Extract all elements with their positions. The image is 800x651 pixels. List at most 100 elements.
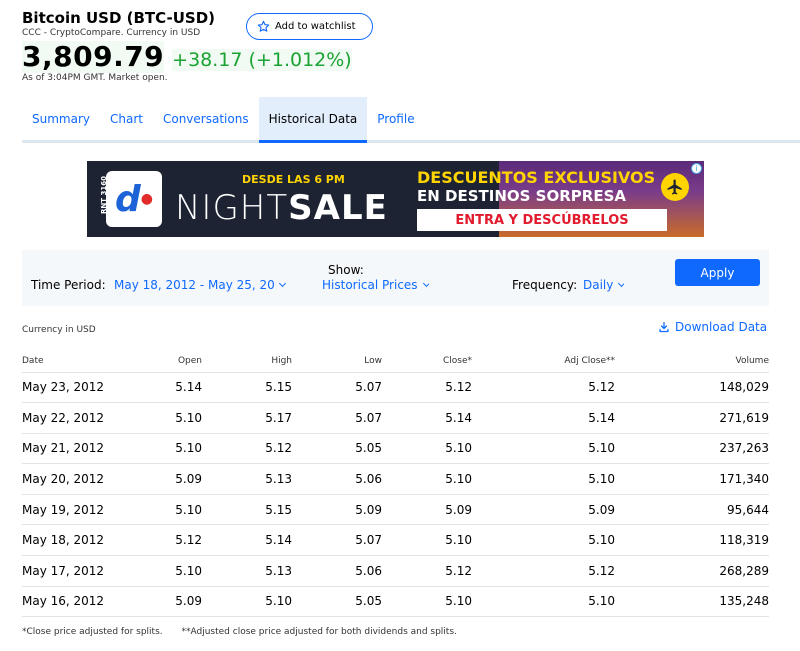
- page-title: Bitcoin USD (BTC-USD): [22, 9, 216, 27]
- cell-date: May 23, 2012: [22, 372, 132, 404]
- apply-button[interactable]: Apply: [675, 259, 760, 286]
- cell-date: May 16, 2012: [22, 586, 132, 618]
- tab-conversations[interactable]: Conversations: [153, 97, 259, 140]
- quote-header: Bitcoin USD (BTC-USD) CCC - CryptoCompar…: [22, 8, 782, 84]
- ad-headline: NIGHTSALE: [175, 188, 388, 228]
- exchange-subtitle: CCC - CryptoCompare. Currency in USD: [22, 28, 201, 38]
- show-dropdown[interactable]: Historical Prices: [322, 278, 429, 292]
- ad-cta-button[interactable]: ENTRA Y DESCÚBRELOS: [417, 209, 667, 231]
- cell-close: 5.10: [382, 463, 472, 495]
- ad-tagline: DESDE LAS 6 PM: [242, 173, 345, 186]
- column-header-adj-close: Adj Close**: [472, 351, 615, 373]
- tab-chart[interactable]: Chart: [100, 97, 153, 140]
- column-header-close: Close*: [382, 351, 472, 373]
- tab-historical-data[interactable]: Historical Data: [258, 97, 368, 143]
- cell-close: 5.10: [382, 586, 472, 618]
- cell-date: May 19, 2012: [22, 494, 132, 526]
- cell-close: 5.10: [382, 433, 472, 465]
- add-to-watchlist-button[interactable]: Add to watchlist: [246, 13, 373, 40]
- cell-date: May 20, 2012: [22, 463, 132, 495]
- historical-prices-table: Date Open High Low Close* Adj Close** Vo…: [22, 351, 769, 618]
- close-footnote: *Close price adjusted for splits.: [22, 627, 163, 637]
- price-change: +38.17 (+1.012%): [172, 49, 352, 71]
- tab-summary[interactable]: Summary: [22, 97, 100, 140]
- ad-promo-text: DESCUENTOS EXCLUSIVOS EN DESTINOS SORPRE…: [417, 168, 656, 205]
- cell-high: 5.12: [202, 433, 292, 465]
- cell-low: 5.07: [292, 524, 382, 557]
- column-header-high: High: [202, 351, 292, 373]
- cell-volume: 237,263: [615, 433, 769, 465]
- table-header-row: Date Open High Low Close* Adj Close** Vo…: [22, 351, 769, 373]
- cell-adj-close: 5.14: [472, 402, 615, 434]
- table-row: May 20, 2012 5.09 5.13 5.06 5.10 5.10 17…: [22, 463, 769, 495]
- cell-volume: 95,644: [615, 494, 769, 526]
- cell-open: 5.10: [132, 433, 202, 465]
- market-status: As of 3:04PM GMT. Market open.: [22, 73, 168, 83]
- download-icon: [659, 321, 669, 333]
- cell-date: May 22, 2012: [22, 402, 132, 434]
- download-label: Download Data: [675, 320, 768, 334]
- airplane-icon: [661, 173, 689, 201]
- star-icon: [257, 20, 270, 32]
- cell-adj-close: 5.12: [472, 555, 615, 587]
- cell-close: 5.12: [382, 372, 472, 404]
- ad-info-icon[interactable]: i: [691, 163, 702, 174]
- time-period-dropdown[interactable]: May 18, 2012 - May 25, 2012: [114, 278, 289, 292]
- cell-open: 5.09: [132, 586, 202, 618]
- column-header-open: Open: [132, 351, 202, 373]
- current-price: 3,809.79: [22, 40, 165, 73]
- cell-open: 5.09: [132, 463, 202, 495]
- frequency-label: Frequency:: [512, 278, 578, 292]
- historical-controls: Time Period: May 18, 2012 - May 25, 2012…: [22, 250, 769, 306]
- cell-high: 5.17: [202, 402, 292, 434]
- cell-volume: 118,319: [615, 524, 769, 557]
- column-header-low: Low: [292, 351, 382, 373]
- cell-close: 5.09: [382, 494, 472, 526]
- cell-volume: 268,289: [615, 555, 769, 587]
- cell-high: 5.14: [202, 524, 292, 557]
- table-row: May 22, 2012 5.10 5.17 5.07 5.14 5.14 27…: [22, 402, 769, 434]
- cell-adj-close: 5.10: [472, 433, 615, 465]
- cell-open: 5.12: [132, 524, 202, 557]
- cell-low: 5.05: [292, 586, 382, 618]
- time-period-label: Time Period:: [31, 278, 106, 292]
- chevron-down-icon: [278, 279, 287, 288]
- table-row: May 23, 2012 5.14 5.15 5.07 5.12 5.12 14…: [22, 372, 769, 404]
- download-data-link[interactable]: Download Data: [658, 320, 767, 334]
- cell-adj-close: 5.10: [472, 524, 615, 557]
- show-value: Historical Prices: [322, 278, 418, 292]
- cell-volume: 148,029: [615, 372, 769, 404]
- table-row: May 16, 2012 5.09 5.10 5.05 5.10 5.10 13…: [22, 586, 769, 618]
- table-row: May 18, 2012 5.12 5.14 5.07 5.10 5.10 11…: [22, 524, 769, 557]
- cell-close: 5.12: [382, 555, 472, 587]
- cell-high: 5.15: [202, 494, 292, 526]
- frequency-dropdown[interactable]: Daily: [583, 278, 625, 292]
- watchlist-label: Add to watchlist: [275, 21, 356, 32]
- adj-close-footnote: **Adjusted close price adjusted for both…: [181, 627, 457, 637]
- cell-volume: 171,340: [615, 463, 769, 495]
- cell-open: 5.14: [132, 372, 202, 404]
- cell-high: 5.10: [202, 586, 292, 618]
- cell-low: 5.09: [292, 494, 382, 526]
- cell-adj-close: 5.10: [472, 463, 615, 495]
- column-header-date: Date: [22, 351, 132, 373]
- quote-nav-tabs: Summary Chart Conversations Historical D…: [22, 97, 800, 143]
- cell-date: May 17, 2012: [22, 555, 132, 587]
- cell-adj-close: 5.09: [472, 494, 615, 526]
- table-row: May 17, 2012 5.10 5.13 5.06 5.12 5.12 26…: [22, 555, 769, 587]
- cell-open: 5.10: [132, 494, 202, 526]
- chevron-down-icon: [422, 279, 429, 288]
- table-footnotes: *Close price adjusted for splits. **Adju…: [22, 627, 457, 637]
- cell-low: 5.07: [292, 402, 382, 434]
- ad-banner[interactable]: RNT 3160 d ● DESDE LAS 6 PM NIGHTSALE DES…: [87, 161, 704, 237]
- cell-date: May 21, 2012: [22, 433, 132, 465]
- currency-note: Currency in USD: [22, 325, 96, 335]
- time-period-value: May 18, 2012 - May 25, 2012: [114, 278, 274, 292]
- cell-high: 5.13: [202, 555, 292, 587]
- cell-adj-close: 5.10: [472, 586, 615, 618]
- table-row: May 21, 2012 5.10 5.12 5.05 5.10 5.10 23…: [22, 433, 769, 465]
- cell-close: 5.14: [382, 402, 472, 434]
- column-header-volume: Volume: [615, 351, 769, 373]
- tab-profile[interactable]: Profile: [367, 97, 424, 140]
- cell-adj-close: 5.12: [472, 372, 615, 404]
